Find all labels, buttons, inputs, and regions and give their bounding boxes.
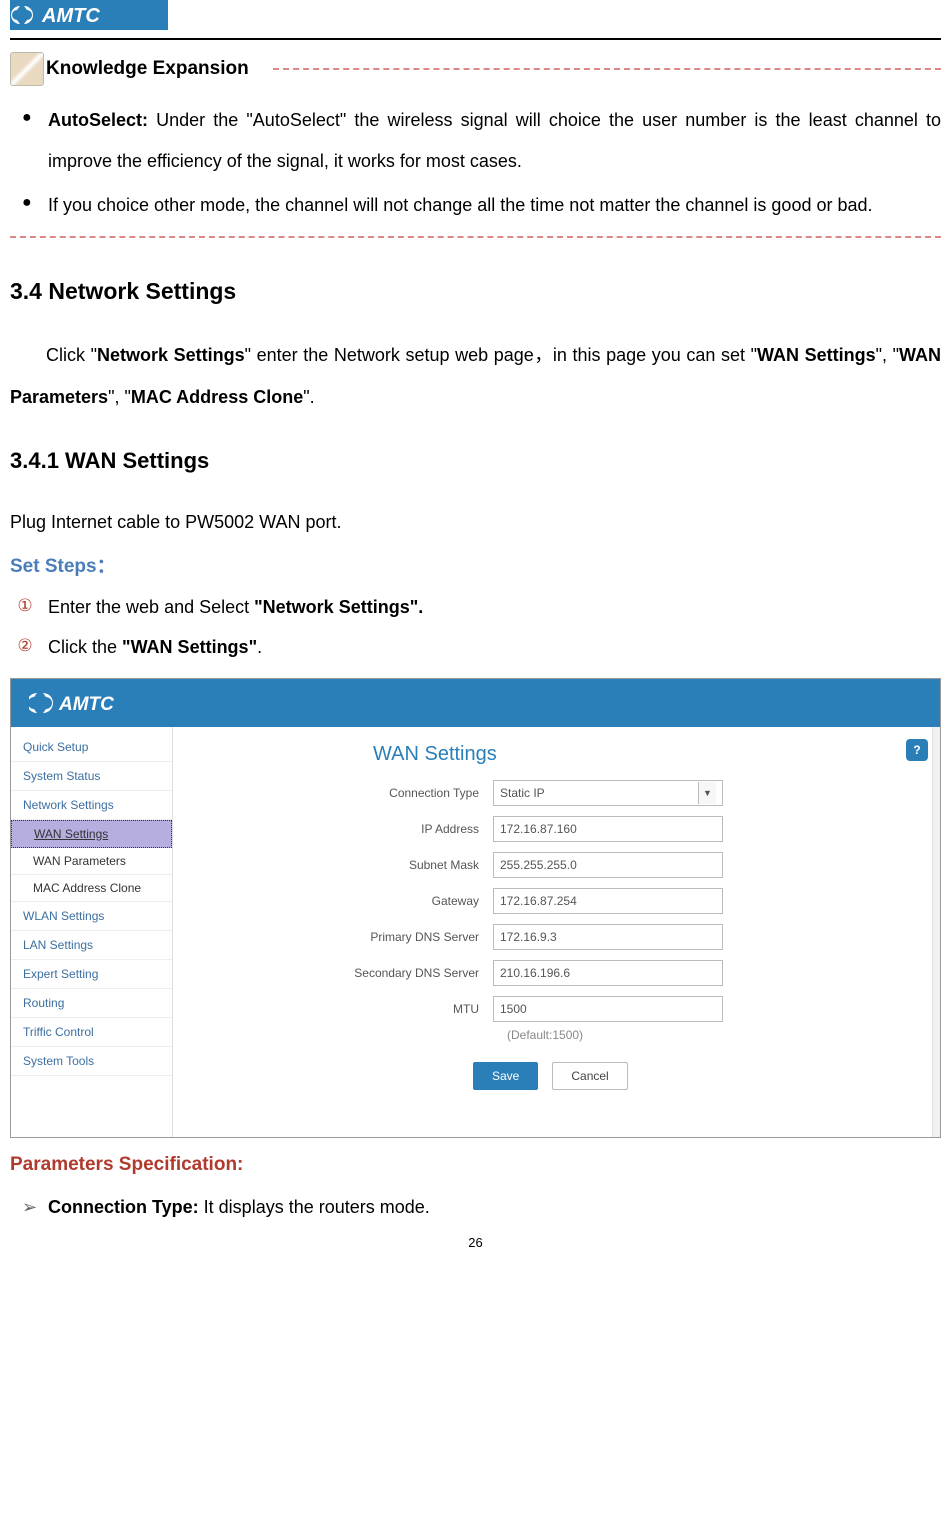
top-divider <box>10 38 941 40</box>
label-subnet-mask: Subnet Mask <box>193 858 493 872</box>
set-steps-list: ① Enter the web and Select "Network Sett… <box>10 588 941 667</box>
label-secondary-dns: Secondary DNS Server <box>193 966 493 980</box>
dashed-line <box>10 236 941 238</box>
section-heading: 3.4 Network Settings <box>10 278 941 305</box>
help-icon[interactable]: ? <box>906 739 928 761</box>
page-number: 26 <box>10 1235 941 1250</box>
mtu-hint: (Default:1500) <box>193 1028 930 1042</box>
dashed-line <box>273 68 941 70</box>
form-row-subnet-mask: Subnet Mask <box>193 852 930 878</box>
sidebar-item-quick-setup[interactable]: Quick Setup <box>11 733 172 762</box>
primary-dns-input[interactable] <box>493 924 723 950</box>
mtu-input[interactable] <box>493 996 723 1022</box>
list-item: ① Enter the web and Select "Network Sett… <box>10 588 941 628</box>
form-row-ip-address: IP Address <box>193 816 930 842</box>
sidebar-sub-mac-address-clone[interactable]: MAC Address Clone <box>11 875 172 902</box>
sidebar-item-routing[interactable]: Routing <box>11 989 172 1018</box>
label-gateway: Gateway <box>193 894 493 908</box>
connection-type-select[interactable]: Static IP ▼ <box>493 780 723 806</box>
brand-logo-icon: AMTC <box>10 0 168 30</box>
set-steps-label: Set Steps： <box>10 551 941 578</box>
subsection-heading: 3.4.1 WAN Settings <box>10 448 941 474</box>
form-row-primary-dns: Primary DNS Server <box>193 924 930 950</box>
router-admin-ui: AMTC Quick Setup System Status Network S… <box>10 678 941 1138</box>
parameters-specification-title: Parameters Specification: <box>10 1154 941 1176</box>
form-row-secondary-dns: Secondary DNS Server <box>193 960 930 986</box>
list-item: If you choice other mode, the channel wi… <box>22 185 941 226</box>
svg-text:AMTC: AMTC <box>58 694 114 715</box>
gateway-input[interactable] <box>493 888 723 914</box>
label-mtu: MTU <box>193 1002 493 1016</box>
router-sidebar: Quick Setup System Status Network Settin… <box>11 727 173 1137</box>
step-number: ① <box>14 596 36 618</box>
button-row: Save Cancel <box>193 1062 930 1090</box>
sidebar-sub-wan-parameters[interactable]: WAN Parameters <box>11 848 172 875</box>
sidebar-item-lan-settings[interactable]: LAN Settings <box>11 931 172 960</box>
plug-paragraph: Plug Internet cable to PW5002 WAN port. <box>10 502 941 543</box>
knowledge-expansion-title: Knowledge Expansion <box>46 58 249 80</box>
knowledge-expansion-list: AutoSelect: Under the "AutoSelect" the w… <box>10 100 941 226</box>
save-button[interactable]: Save <box>473 1062 538 1090</box>
sidebar-item-wlan-settings[interactable]: WLAN Settings <box>11 902 172 931</box>
sidebar-item-traffic-control[interactable]: Triffic Control <box>11 1018 172 1047</box>
form-row-gateway: Gateway <box>193 888 930 914</box>
svg-text:AMTC: AMTC <box>41 5 100 27</box>
sidebar-item-system-status[interactable]: System Status <box>11 762 172 791</box>
router-logo-icon: AMTC <box>29 689 159 717</box>
book-icon <box>10 52 44 86</box>
page-title: WAN Settings <box>193 743 930 766</box>
sidebar-sub-wan-settings[interactable]: WAN Settings <box>11 820 172 848</box>
secondary-dns-input[interactable] <box>493 960 723 986</box>
sidebar-item-system-tools[interactable]: System Tools <box>11 1047 172 1076</box>
step-number: ② <box>14 636 36 658</box>
parameters-list: Connection Type: It displays the routers… <box>10 1188 941 1228</box>
form-row-connection-type: Connection Type Static IP ▼ <box>193 780 930 806</box>
list-item: Connection Type: It displays the routers… <box>22 1188 941 1228</box>
router-body: Quick Setup System Status Network Settin… <box>11 727 940 1137</box>
label-connection-type: Connection Type <box>193 786 493 800</box>
sidebar-item-expert-setting[interactable]: Expert Setting <box>11 960 172 989</box>
list-item: ② Click the "WAN Settings". <box>10 628 941 668</box>
label-primary-dns: Primary DNS Server <box>193 930 493 944</box>
knowledge-expansion-row: Knowledge Expansion <box>10 52 941 86</box>
subnet-mask-input[interactable] <box>493 852 723 878</box>
ip-address-input[interactable] <box>493 816 723 842</box>
router-main: ? WAN Settings Connection Type Static IP… <box>173 727 940 1137</box>
list-item: AutoSelect: Under the "AutoSelect" the w… <box>22 100 941 183</box>
label-ip-address: IP Address <box>193 822 493 836</box>
section-paragraph: Click "Network Settings" enter the Netwo… <box>10 335 941 418</box>
router-header: AMTC <box>11 679 940 727</box>
form-row-mtu: MTU <box>193 996 930 1022</box>
chevron-down-icon: ▼ <box>698 782 716 804</box>
sidebar-item-network-settings[interactable]: Network Settings <box>11 791 172 820</box>
scrollbar[interactable] <box>932 727 940 1137</box>
cancel-button[interactable]: Cancel <box>552 1062 627 1090</box>
